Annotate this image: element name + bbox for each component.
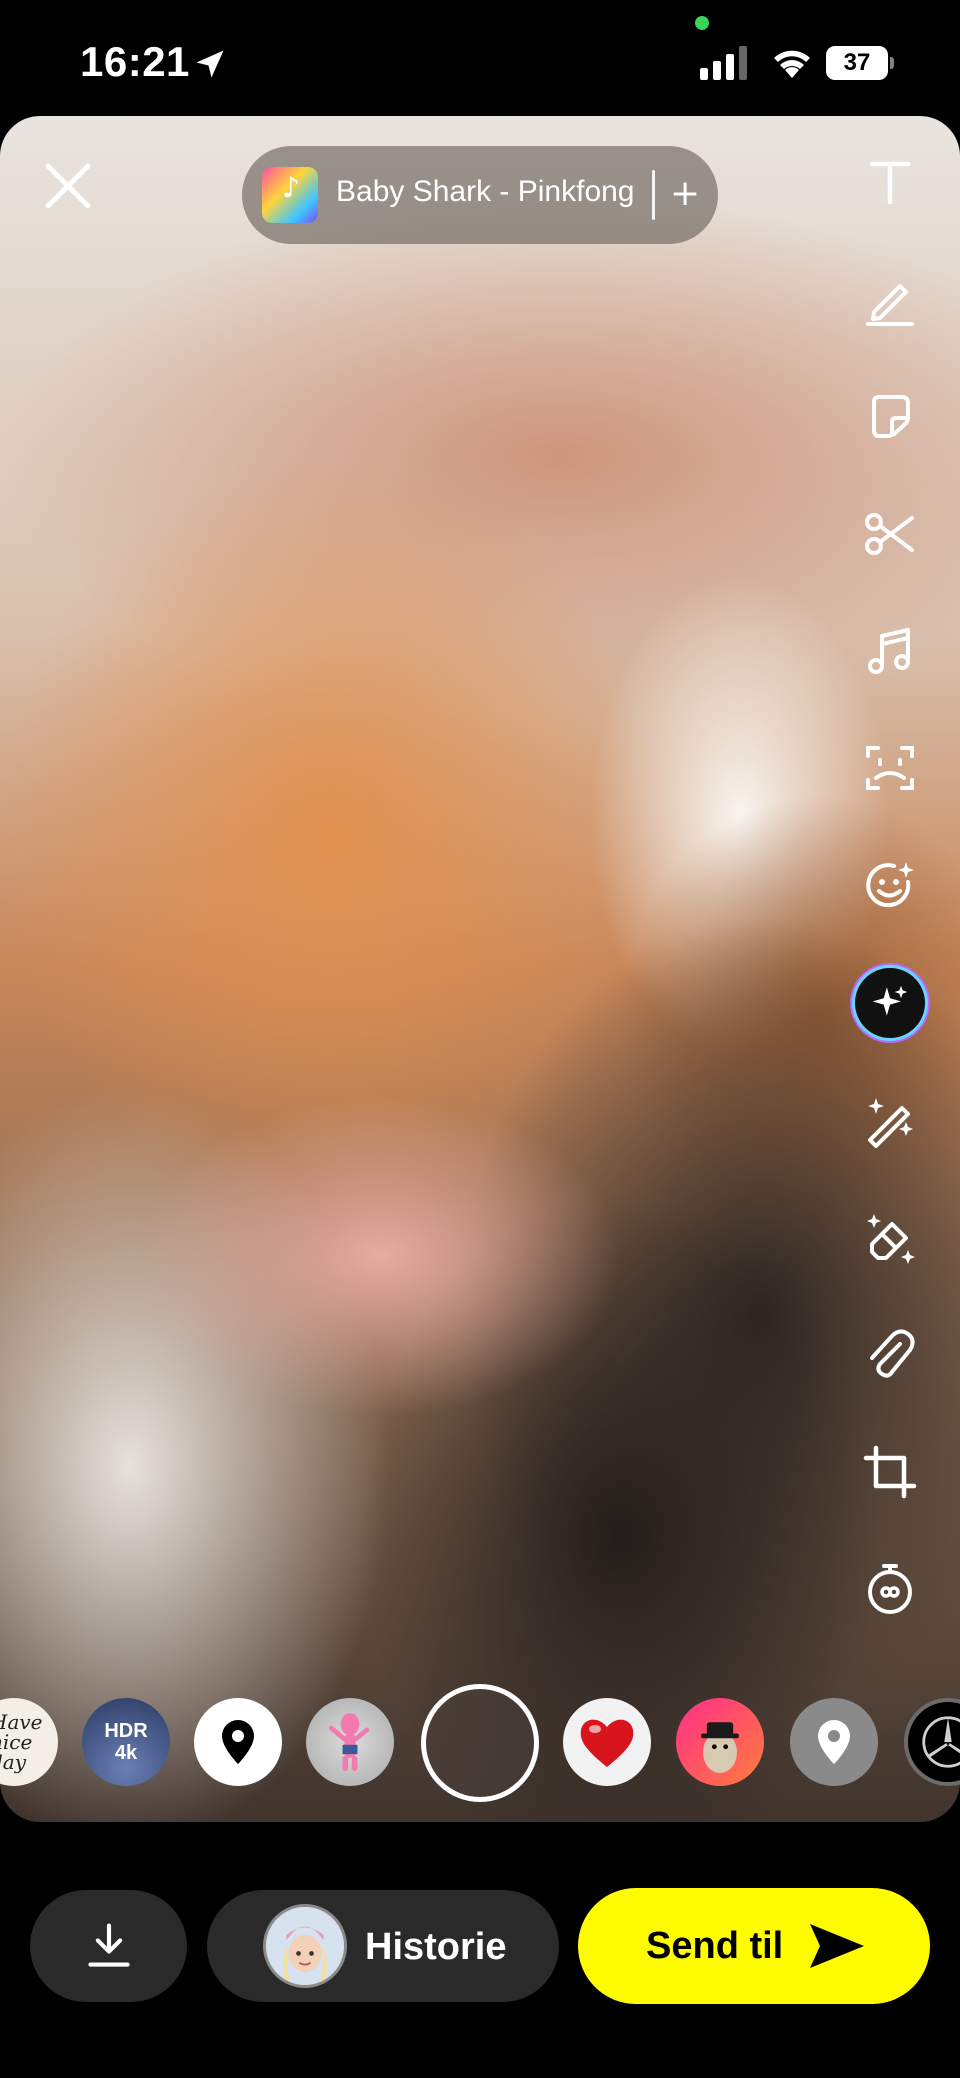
music-track-pill[interactable]: ♪ Baby Shark - Pinkfong + [242,146,718,244]
crop-icon [863,1445,917,1499]
lens-have-nice-day-label: Have nice day [0,1710,43,1774]
close-icon[interactable] [38,156,98,216]
sticker-icon [872,395,910,438]
music-tool-button[interactable] [858,620,922,684]
battery-tip [890,57,894,69]
mercedes-star-icon [922,1716,960,1768]
status-time: 16:21 [80,38,190,85]
timer-icon [868,1564,912,1614]
music-divider [652,170,655,220]
draw-tool-button[interactable] [858,268,922,332]
paperclip-icon [870,1329,915,1378]
scan-icon [866,746,914,790]
music-note-glyph: ♪ [282,171,300,204]
capture-lens-button[interactable] [421,1684,539,1802]
send-to-label: Send til [646,1925,784,1967]
battery-icon: 37 [826,46,894,80]
sticker-tool-button[interactable] [858,384,922,448]
cellular-signal-icon [700,46,747,80]
eraser-tool-button[interactable] [858,1206,922,1270]
timer-tool-button[interactable] [858,1556,922,1620]
text-tool-button[interactable] [858,150,922,214]
emoji-tool-button[interactable] [858,854,922,918]
location-arrow-icon [196,50,224,78]
location-pin-icon [222,1720,254,1764]
avatar [263,1904,347,1988]
story-button[interactable]: Historie [207,1890,559,2002]
status-bar: 16:21 37 [0,0,960,115]
story-button-label: Historie [365,1926,507,1968]
album-art-icon: ♪ [262,167,318,223]
lens-have-nice-day[interactable]: Have nice day [0,1698,58,1786]
lens-heart[interactable] [563,1698,651,1786]
send-arrow-icon [810,1924,864,1968]
eraser-icon [867,1214,915,1264]
music-add-button[interactable]: + [670,168,700,220]
lens-mercedes[interactable] [904,1698,960,1786]
ai-lens-button[interactable] [855,968,925,1038]
send-to-button[interactable]: Send til [578,1888,930,2004]
lens-hdr-label: HDR [104,1720,148,1742]
download-icon [87,1923,130,1967]
scan-tool-button[interactable] [858,736,922,800]
pink-panther-icon [329,1713,370,1771]
magic-wand-icon [868,1098,913,1148]
emoji-icon [866,862,914,908]
scissors-tool-button[interactable] [858,502,922,566]
music-track-title: Baby Shark - Pinkfong [336,175,635,208]
heart-icon [580,1719,634,1767]
save-button[interactable] [30,1890,187,2002]
lens-pink-panther[interactable] [306,1698,394,1786]
attach-link-button[interactable] [858,1322,922,1386]
ai-sparkle-icon [872,985,908,1016]
beaver-icon [701,1722,739,1774]
battery-level: 37 [826,46,888,80]
wifi-icon [774,50,810,78]
crop-tool-button[interactable] [858,1440,922,1504]
lens-location-alt[interactable] [790,1698,878,1786]
snap-preview-photo[interactable]: ♪ Baby Shark - Pinkfong + ave ice ay HDR… [0,116,960,1822]
location-pin-icon [818,1720,850,1764]
lens-location[interactable] [194,1698,282,1786]
bitmoji-avatar-icon [266,1907,344,1985]
lens-beaver-hat[interactable] [676,1698,764,1786]
lens-hdr-4k[interactable]: HDR 4k [82,1698,170,1786]
camera-indicator-dot [695,16,709,30]
text-icon [869,161,911,205]
pen-icon [866,284,914,326]
lens-4k-label: 4k [114,1742,138,1764]
scissors-icon [865,513,914,555]
magic-wand-tool-button[interactable] [858,1088,922,1152]
music-icon [868,628,910,674]
